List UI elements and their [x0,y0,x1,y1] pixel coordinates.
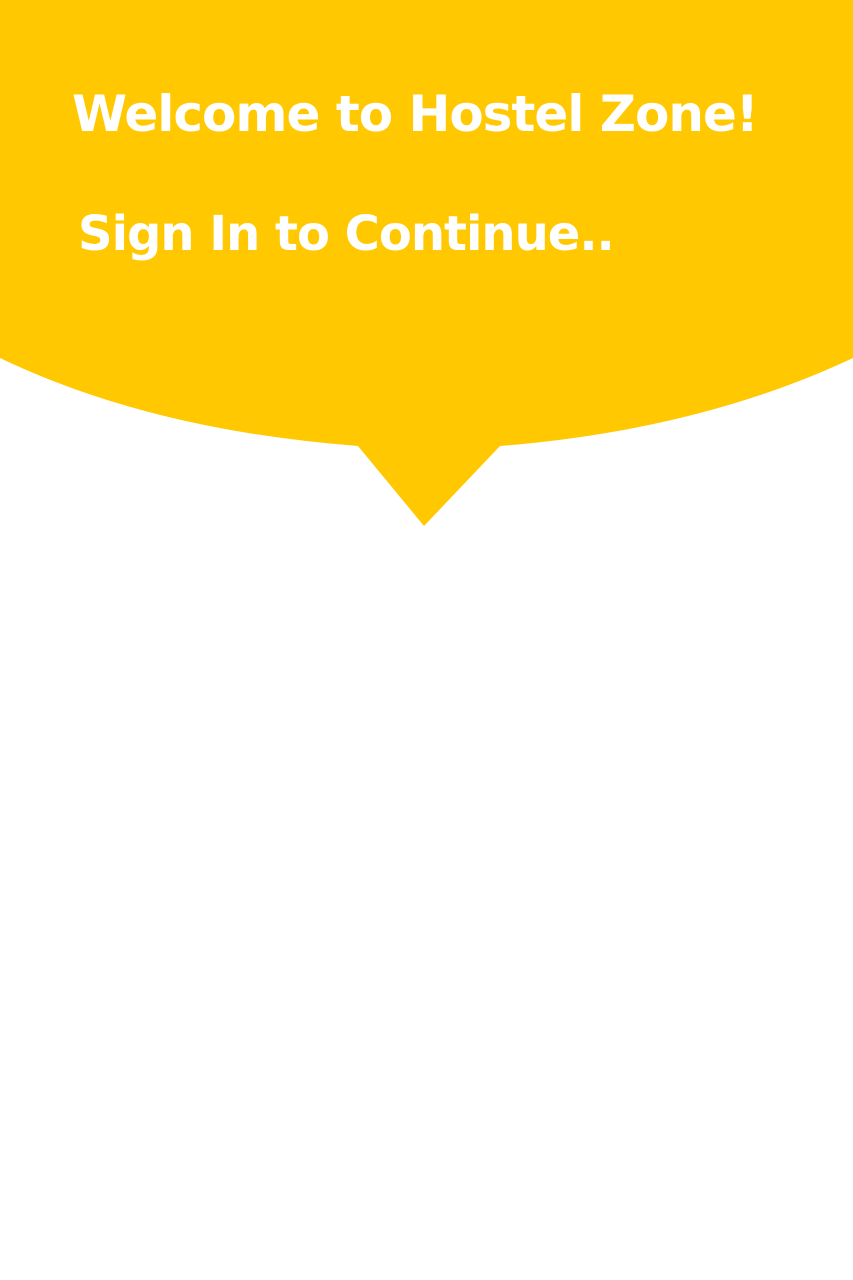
sign-in-screen: Welcome to Hostel Zone! Sign In to Conti… [0,0,853,1280]
speech-bubble-shape [0,0,853,526]
blank-content-area [0,530,853,1280]
welcome-title: Welcome to Hostel Zone! [72,85,759,143]
header-speech-bubble: Welcome to Hostel Zone! Sign In to Conti… [0,0,853,530]
sign-in-subtitle: Sign In to Continue.. [78,206,615,262]
